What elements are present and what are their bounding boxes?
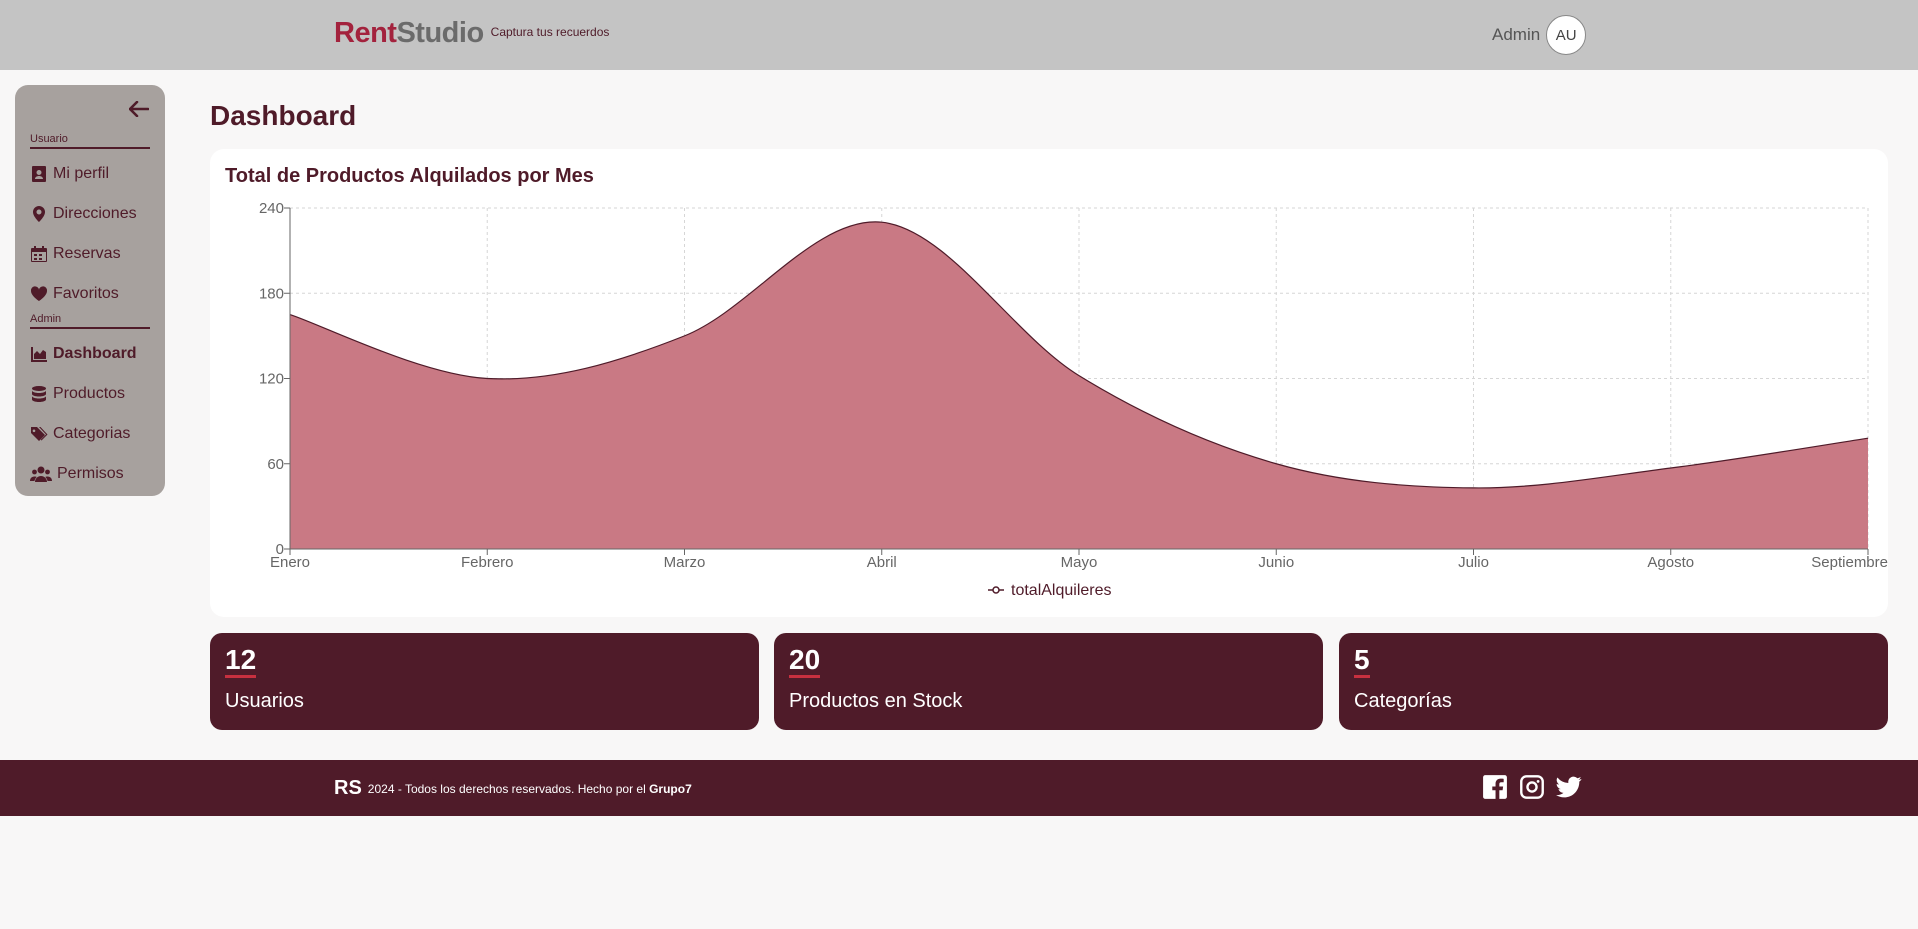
social-links bbox=[1482, 774, 1582, 800]
twitter-icon[interactable] bbox=[1556, 774, 1582, 800]
collapse-sidebar-button[interactable] bbox=[127, 98, 151, 120]
sidebar-item-favoritos[interactable]: Favoritos bbox=[30, 281, 119, 307]
x-tick-label: Julio bbox=[1458, 554, 1489, 571]
sidebar-item-label: Favoritos bbox=[53, 285, 119, 302]
sidebar-item-label: Categorias bbox=[53, 425, 131, 442]
footer-logo[interactable]: RS bbox=[334, 777, 362, 800]
sidebar-item-label: Direcciones bbox=[53, 205, 137, 222]
users-icon bbox=[30, 466, 52, 482]
sidebar-item-categorias[interactable]: Categorias bbox=[30, 421, 130, 447]
avatar[interactable]: AU bbox=[1546, 15, 1587, 55]
sidebar-item-direcciones[interactable]: Direcciones bbox=[30, 201, 137, 227]
instagram-icon[interactable] bbox=[1519, 774, 1545, 800]
sidebar: Usuario Mi perfil Direcciones Reservas F… bbox=[15, 85, 165, 496]
legend-label: totalAlquileres bbox=[1011, 582, 1112, 599]
y-tick-label: 180 bbox=[259, 285, 284, 302]
arrow-left-icon bbox=[129, 101, 149, 117]
legend-marker bbox=[992, 586, 1000, 594]
x-tick-label: Septiembre bbox=[1811, 554, 1888, 571]
footer-group: Grupo7 bbox=[649, 781, 692, 796]
x-tick-label: Abril bbox=[867, 554, 897, 571]
logo[interactable]: RentStudio bbox=[334, 17, 484, 50]
x-tick-label: Febrero bbox=[461, 554, 514, 571]
id-card-icon bbox=[32, 166, 46, 182]
x-tick-label: Agosto bbox=[1647, 554, 1694, 571]
x-tick-label: Marzo bbox=[664, 554, 706, 571]
calendar-icon bbox=[31, 246, 47, 262]
x-tick-label: Junio bbox=[1258, 554, 1294, 571]
chart-area-icon bbox=[31, 347, 47, 362]
stat-card-productos[interactable]: 20 Productos en Stock bbox=[774, 633, 1323, 730]
user-menu[interactable]: Admin AU bbox=[1492, 15, 1587, 55]
sidebar-item-label: Dashboard bbox=[53, 345, 137, 362]
x-tick-label: Enero bbox=[270, 554, 310, 571]
sidebar-item-mi-perfil[interactable]: Mi perfil bbox=[30, 161, 109, 187]
stat-value: 20 bbox=[789, 645, 821, 678]
footer-copyright: 2024 - Todos los derechos reservados. He… bbox=[367, 781, 646, 796]
footer-text: 2024 - Todos los derechos reservados. He… bbox=[368, 782, 692, 796]
stat-card-categorias[interactable]: 5 Categorías bbox=[1339, 633, 1888, 730]
stat-value: 5 bbox=[1354, 645, 1370, 678]
tagline: Captura tus recuerdos bbox=[490, 25, 610, 39]
database-icon bbox=[32, 386, 46, 402]
top-navbar: RentStudio Captura tus recuerdos Admin A… bbox=[0, 0, 1918, 70]
area-chart: 060120180240Enero Febrero Marzo Abril Mayo Ju… bbox=[259, 200, 1888, 599]
x-tick-label: Mayo bbox=[1061, 554, 1098, 571]
chart-card: Total de Productos Alquilados por Mes 06… bbox=[210, 149, 1888, 617]
stat-value: 12 bbox=[225, 645, 257, 678]
sidebar-item-label: Productos bbox=[53, 385, 126, 402]
sidebar-item-label: Permisos bbox=[57, 465, 124, 482]
stat-label: Productos en Stock bbox=[789, 690, 963, 712]
sidebar-item-label: Reservas bbox=[53, 245, 121, 262]
stat-label: Usuarios bbox=[225, 690, 304, 712]
brand[interactable]: RentStudio Captura tus recuerdos bbox=[334, 17, 609, 50]
footer: RS 2024 - Todos los derechos reservados.… bbox=[0, 760, 1918, 816]
avatar-initials: AU bbox=[1555, 26, 1577, 44]
sidebar-item-label: Mi perfil bbox=[53, 165, 110, 182]
facebook-icon[interactable] bbox=[1482, 774, 1508, 800]
sidebar-item-reservas[interactable]: Reservas bbox=[30, 241, 121, 267]
sidebar-item-productos[interactable]: Productos bbox=[30, 381, 125, 407]
footer-left: RS 2024 - Todos los derechos reservados.… bbox=[334, 777, 692, 800]
y-tick-label: 60 bbox=[267, 456, 284, 473]
section-label-usuario: Usuario bbox=[30, 133, 150, 149]
logo-part-rent: Rent bbox=[334, 17, 397, 49]
user-name: Admin bbox=[1492, 25, 1541, 44]
y-tick-label: 120 bbox=[259, 371, 284, 388]
page-title: Dashboard bbox=[210, 100, 357, 131]
sidebar-item-dashboard[interactable]: Dashboard bbox=[30, 341, 137, 367]
sidebar-item-permisos[interactable]: Permisos bbox=[30, 461, 124, 487]
stat-label: Categorías bbox=[1354, 690, 1452, 712]
tags-icon bbox=[31, 427, 48, 441]
map-pin-icon bbox=[33, 206, 45, 222]
heart-icon bbox=[30, 286, 48, 301]
stat-card-usuarios[interactable]: 12 Usuarios bbox=[210, 633, 759, 730]
y-tick-label: 240 bbox=[259, 200, 284, 217]
logo-part-studio: Studio bbox=[396, 17, 484, 49]
section-label-admin: Admin bbox=[30, 313, 150, 329]
